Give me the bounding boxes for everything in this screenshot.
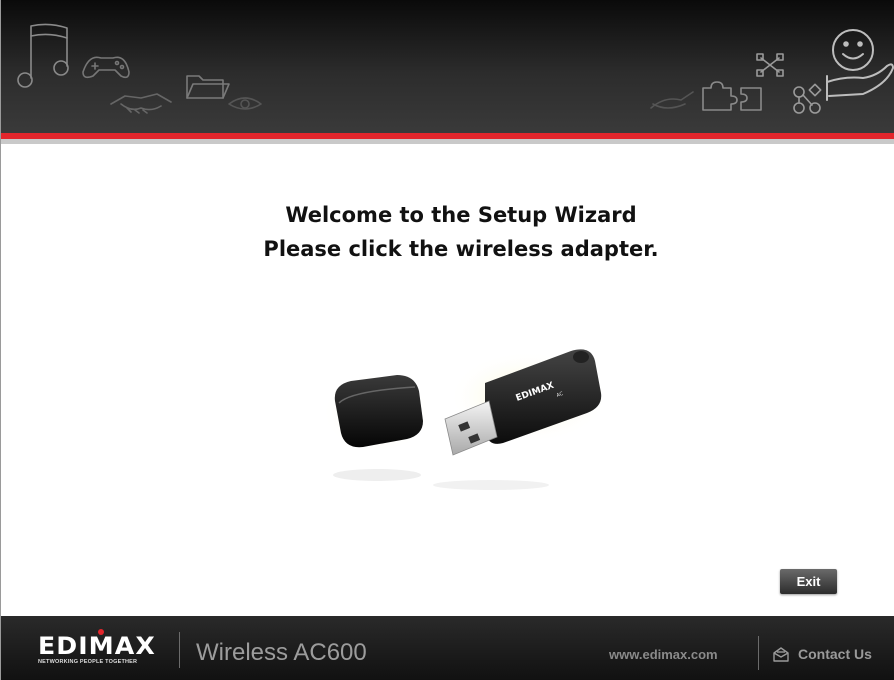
contact-us-link[interactable]: Contact Us	[773, 646, 872, 662]
website-link[interactable]: www.edimax.com	[609, 647, 718, 662]
smiley-hand-icon	[826, 29, 894, 101]
logo-wordmark: EDIMAX	[38, 632, 156, 660]
gamepad-icon	[82, 56, 130, 79]
envelope-icon	[773, 646, 789, 662]
contact-us-label: Contact Us	[798, 646, 872, 662]
footer-divider-left	[179, 632, 180, 668]
eye-icon	[228, 97, 262, 110]
footer-bar: EDIMAX NETWORKING PEOPLE TOGETHER Wirele…	[1, 616, 894, 680]
pen-icon	[650, 91, 694, 109]
product-name: Wireless AC600	[196, 639, 367, 666]
logo-tagline: NETWORKING PEOPLE TOGETHER	[38, 659, 138, 665]
welcome-instruction: Please click the wireless adapter.	[263, 237, 659, 261]
header-shadow-stripe	[1, 139, 894, 144]
puzzle-icon	[702, 81, 762, 111]
exit-button[interactable]: Exit	[780, 569, 837, 594]
footer-divider-right	[758, 636, 759, 670]
music-note-icon	[17, 23, 69, 88]
logo-red-dot	[98, 629, 104, 635]
network-icon	[756, 53, 822, 114]
header-banner	[1, 0, 894, 133]
adapter-cap	[323, 373, 431, 481]
handshake-icon	[110, 93, 172, 114]
welcome-title: Welcome to the Setup Wizard	[285, 203, 637, 227]
wireless-adapter-image[interactable]: EDIMAX AC	[319, 335, 609, 510]
setup-wizard-window: Welcome to the Setup Wizard Please click…	[0, 0, 894, 680]
edimax-logo: EDIMAX NETWORKING PEOPLE TOGETHER	[38, 629, 168, 666]
folder-icon	[186, 75, 230, 99]
welcome-message: Welcome to the Setup Wizard Please click…	[1, 198, 894, 266]
adapter-body: EDIMAX AC	[433, 349, 609, 490]
